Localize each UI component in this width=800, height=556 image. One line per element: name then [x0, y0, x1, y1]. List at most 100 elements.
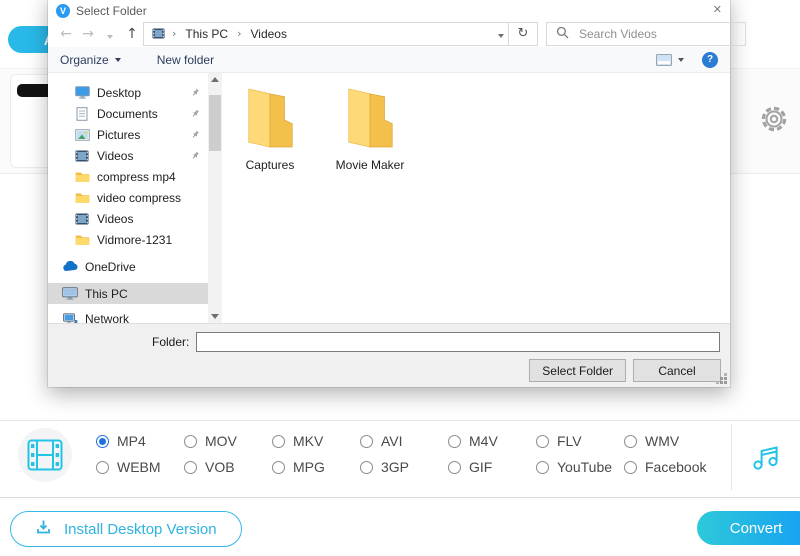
format-radio-vob[interactable]: VOB	[184, 459, 272, 475]
resize-grip[interactable]	[724, 381, 727, 384]
format-radio-mov[interactable]: MOV	[184, 433, 272, 449]
search-input[interactable]	[577, 26, 736, 42]
address-dropdown-icon[interactable]	[498, 27, 504, 41]
new-folder-button[interactable]: New folder	[157, 53, 214, 67]
format-radio-m4v[interactable]: M4V	[448, 433, 536, 449]
gear-icon[interactable]	[757, 102, 791, 136]
desktop-icon	[74, 85, 90, 101]
music-note-icon[interactable]	[746, 436, 786, 476]
film-strip-icon	[18, 428, 72, 482]
formats-top-divider	[0, 420, 800, 421]
format-radio-mkv[interactable]: MKV	[272, 433, 360, 449]
folder-contents-pane[interactable]: Captures Movie Maker	[208, 73, 730, 323]
network-icon	[62, 311, 78, 324]
sidebar-item-vidmore-1231[interactable]: Vidmore-1231	[48, 229, 208, 250]
convert-button[interactable]: Convert	[697, 511, 800, 545]
this-pc-icon	[62, 286, 78, 302]
chevron-down-icon	[678, 58, 684, 62]
folder-label: Captures	[224, 158, 316, 172]
address-bar[interactable]: › This PC › Videos	[143, 22, 509, 46]
up-icon[interactable]: ↑	[121, 26, 143, 42]
install-desktop-version-button[interactable]: Install Desktop Version	[10, 511, 242, 547]
radio-icon	[96, 435, 109, 448]
sidebar-item-desktop[interactable]: Desktop	[48, 82, 208, 103]
organize-menu-button[interactable]: Organize	[60, 53, 121, 67]
format-radio-3gp[interactable]: 3GP	[360, 459, 448, 475]
recent-locations-icon[interactable]	[99, 26, 121, 42]
radio-icon	[360, 461, 373, 474]
sidebar-item-video-compress[interactable]: video compress	[48, 187, 208, 208]
sidebar-item-documents[interactable]: Documents	[48, 103, 208, 124]
open-folder-icon	[341, 86, 399, 150]
pin-icon	[191, 107, 200, 121]
format-radio-avi[interactable]: AVI	[360, 433, 448, 449]
radio-icon	[360, 435, 373, 448]
refresh-icon[interactable]: ↻	[508, 22, 538, 46]
video-icon	[74, 211, 90, 227]
scrollbar-thumb[interactable]	[209, 95, 221, 151]
pin-icon	[191, 86, 200, 100]
folder-label: Movie Maker	[324, 158, 416, 172]
format-radio-facebook[interactable]: Facebook	[624, 459, 712, 475]
install-button-label: Install Desktop Version	[64, 521, 217, 538]
scroll-down-icon[interactable]	[211, 314, 219, 319]
sidebar-item-videos[interactable]: Videos	[48, 145, 208, 166]
sidebar-item-this-pc[interactable]: This PC	[48, 283, 208, 304]
forward-icon[interactable]: →	[77, 26, 99, 42]
sidebar-item-pictures[interactable]: Pictures	[48, 124, 208, 145]
breadcrumb-this-pc[interactable]: This PC	[182, 27, 231, 41]
onedrive-icon	[62, 259, 78, 275]
sidebar-scrollbar[interactable]	[208, 73, 222, 323]
document-icon	[74, 106, 90, 122]
download-icon	[35, 519, 52, 539]
navigation-bar: ← → ↑ › This PC › Videos ↻	[48, 20, 730, 47]
folder-icon	[74, 190, 90, 206]
search-box[interactable]	[546, 22, 746, 46]
thumbnail-view-icon	[656, 54, 672, 66]
radio-icon	[624, 461, 637, 474]
select-folder-button[interactable]: Select Folder	[529, 359, 626, 382]
format-radio-gif[interactable]: GIF	[448, 459, 536, 475]
sidebar-item-onedrive[interactable]: OneDrive	[48, 256, 208, 277]
formats-vertical-divider	[731, 424, 732, 490]
radio-icon	[624, 435, 637, 448]
scroll-up-icon[interactable]	[211, 77, 219, 82]
format-radio-mpg[interactable]: MPG	[272, 459, 360, 475]
folder-field-label: Folder:	[152, 335, 189, 349]
format-radio-youtube[interactable]: YouTube	[536, 459, 624, 475]
format-radio-flv[interactable]: FLV	[536, 433, 624, 449]
sidebar-item-videos-2[interactable]: Videos	[48, 208, 208, 229]
radio-icon	[272, 461, 285, 474]
folder-name-input[interactable]	[196, 332, 720, 352]
convert-button-label: Convert	[730, 520, 783, 537]
back-icon[interactable]: ←	[55, 26, 77, 42]
radio-icon	[536, 435, 549, 448]
format-radio-wmv[interactable]: WMV	[624, 433, 712, 449]
cancel-button[interactable]: Cancel	[633, 359, 721, 382]
radio-icon	[96, 461, 109, 474]
folder-icon	[74, 169, 90, 185]
close-icon[interactable]: ✕	[713, 3, 722, 16]
breadcrumb-separator: ›	[166, 27, 182, 40]
picture-icon	[74, 127, 90, 143]
radio-icon	[184, 461, 197, 474]
folder-movie-maker[interactable]: Movie Maker	[324, 86, 416, 172]
radio-icon	[448, 461, 461, 474]
chevron-down-icon	[115, 58, 121, 62]
search-icon	[556, 26, 569, 42]
format-radio-webm[interactable]: WEBM	[96, 459, 184, 475]
dialog-body: Desktop Documents Pictures	[48, 73, 730, 323]
video-icon	[74, 148, 90, 164]
select-folder-dialog: V Select Folder ✕ ← → ↑ › This PC › Vide…	[48, 0, 730, 387]
sidebar-item-network[interactable]: Network	[48, 308, 208, 323]
breadcrumb-videos[interactable]: Videos	[248, 27, 290, 41]
view-options-button[interactable]	[656, 54, 684, 66]
sidebar-item-compress-mp4[interactable]: compress mp4	[48, 166, 208, 187]
folder-icon	[74, 232, 90, 248]
dialog-footer: Folder: Select Folder Cancel	[48, 323, 730, 387]
help-button[interactable]: ?	[702, 52, 718, 68]
folder-captures[interactable]: Captures	[224, 86, 316, 172]
open-folder-icon	[241, 86, 299, 150]
format-radio-mp4[interactable]: MP4	[96, 433, 184, 449]
radio-icon	[448, 435, 461, 448]
